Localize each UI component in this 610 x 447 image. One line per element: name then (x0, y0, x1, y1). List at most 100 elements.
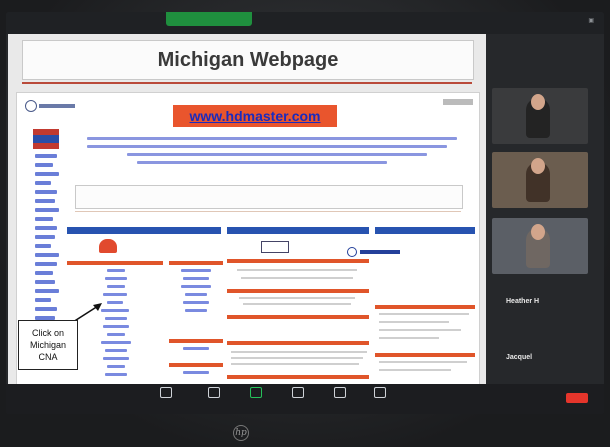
text-line (241, 277, 353, 279)
notice-divider (75, 211, 461, 212)
registry-logo (347, 243, 403, 257)
participant-face (531, 94, 545, 110)
site-logo (25, 97, 77, 112)
state-link[interactable] (101, 341, 131, 344)
nav-link[interactable] (35, 235, 55, 239)
state-link[interactable] (105, 277, 127, 280)
hp-logo-icon: hp (233, 425, 249, 441)
participant-video-tile[interactable] (492, 88, 588, 144)
participants-button[interactable] (148, 387, 184, 413)
text-line (231, 363, 359, 365)
url-banner: www.hdmaster.com (173, 105, 337, 127)
participant-name-tile[interactable]: Heather H (492, 280, 588, 324)
michigan-cna-link[interactable] (107, 269, 125, 272)
more-icon (374, 387, 386, 398)
nav-link[interactable] (35, 226, 57, 230)
share-screen-button[interactable] (238, 387, 274, 413)
record-button[interactable] (280, 387, 316, 413)
participants-icon (160, 387, 172, 398)
state-link[interactable] (107, 365, 125, 368)
state-link[interactable] (107, 285, 125, 288)
sharing-indicator[interactable] (166, 12, 252, 26)
record-icon (292, 387, 304, 398)
callout-text: Click on Michigan CNA (19, 327, 77, 363)
state-link[interactable] (107, 301, 123, 304)
column-link[interactable] (183, 277, 209, 280)
column-link[interactable] (183, 371, 209, 374)
nav-link[interactable] (35, 289, 59, 293)
nav-link[interactable] (35, 199, 55, 203)
nav-link[interactable] (35, 163, 53, 167)
state-link[interactable] (103, 293, 127, 296)
nav-link[interactable] (35, 244, 51, 248)
nav-link[interactable] (35, 208, 59, 212)
text-line (379, 337, 439, 339)
column-header-registry (375, 227, 475, 234)
text-line (231, 351, 367, 353)
column-link[interactable] (181, 285, 211, 288)
intro-text-line (137, 161, 387, 164)
column-link[interactable] (183, 301, 209, 304)
state-link[interactable] (105, 349, 127, 352)
text-line (243, 303, 351, 305)
state-link[interactable] (103, 357, 129, 360)
callout-line: CNA (38, 352, 58, 362)
participant-video-tile[interactable] (492, 152, 588, 208)
end-meeting-button[interactable] (566, 393, 588, 403)
section-bar (169, 339, 223, 343)
section-bar (227, 289, 369, 293)
intro-text-line (87, 145, 447, 148)
state-link[interactable] (105, 373, 127, 376)
cna-hat-icon (99, 239, 117, 253)
column-link[interactable] (181, 269, 211, 272)
callout-line: Michigan (29, 340, 67, 350)
intro-text-line (87, 137, 457, 140)
text-line (379, 369, 451, 371)
callout-line: Click on (31, 328, 64, 338)
section-bar (227, 341, 369, 345)
nav-link[interactable] (35, 253, 59, 257)
text-line (239, 297, 355, 299)
column-link[interactable] (185, 309, 207, 312)
section-bar (169, 261, 223, 265)
laptop-screen: ▣ Michigan Webpage www.hdmaster.com Clic… (6, 12, 604, 414)
section-bar (227, 375, 369, 379)
state-link[interactable] (103, 325, 129, 328)
participant-face (531, 224, 545, 240)
nav-link[interactable] (35, 172, 59, 176)
michigan-flag-icon (33, 129, 59, 149)
column-header-middle (227, 227, 369, 234)
participant-name-tile[interactable]: Jacquel (492, 336, 588, 380)
url-banner-text[interactable]: www.hdmaster.com (173, 105, 337, 127)
section-bar (375, 353, 475, 357)
chat-button[interactable] (196, 387, 232, 413)
text-line (379, 329, 461, 331)
share-screen-icon (250, 387, 262, 398)
nav-link[interactable] (35, 280, 55, 284)
nav-link[interactable] (35, 271, 53, 275)
more-button[interactable] (362, 387, 398, 413)
state-link[interactable] (105, 317, 127, 320)
website-screenshot: www.hdmaster.com (16, 92, 480, 394)
reactions-button[interactable] (322, 387, 358, 413)
text-line (379, 313, 469, 315)
site-header-links (443, 99, 473, 105)
nav-link[interactable] (35, 190, 57, 194)
column-link[interactable] (183, 347, 209, 350)
reactions-icon (334, 387, 346, 398)
participant-video-tile[interactable] (492, 218, 588, 274)
view-toggle-icon[interactable]: ▣ (588, 17, 594, 24)
nav-link[interactable] (35, 262, 57, 266)
participant-name: Heather H (506, 298, 540, 305)
column-link[interactable] (185, 293, 207, 296)
text-line (379, 361, 467, 363)
section-bar (227, 315, 369, 319)
notice-box (75, 185, 463, 209)
nav-link[interactable] (35, 217, 53, 221)
text-line (231, 357, 363, 359)
meeting-top-bar: ▣ (6, 12, 604, 34)
nav-link[interactable] (35, 154, 57, 158)
section-bar (375, 305, 475, 309)
nav-link[interactable] (35, 181, 51, 185)
state-link[interactable] (107, 333, 125, 336)
